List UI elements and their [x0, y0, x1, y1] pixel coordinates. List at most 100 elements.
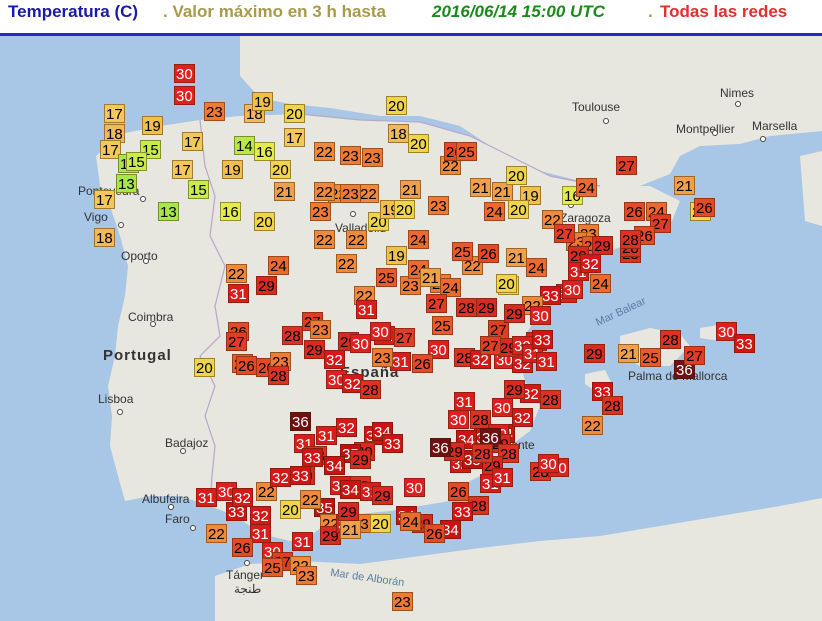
temperature-station-marker[interactable]: 13	[158, 202, 179, 221]
temperature-station-marker[interactable]: 20	[394, 200, 415, 219]
temperature-station-marker[interactable]: 22	[314, 230, 335, 249]
map-area[interactable]: Portugal España Toulouse Nimes Montpellier Ma…	[0, 36, 822, 621]
temperature-station-marker[interactable]: 33	[532, 330, 553, 349]
temperature-station-marker[interactable]: 31	[390, 352, 411, 371]
temperature-station-marker[interactable]: 28	[360, 380, 381, 399]
temperature-station-marker[interactable]: 33	[382, 434, 403, 453]
temperature-station-marker[interactable]: 31	[454, 392, 475, 411]
temperature-station-marker[interactable]: 22	[314, 142, 335, 161]
temperature-station-marker[interactable]: 15	[188, 180, 209, 199]
temperature-station-marker[interactable]: 31	[196, 488, 217, 507]
temperature-station-marker[interactable]: 28	[660, 330, 681, 349]
temperature-station-marker[interactable]: 22	[336, 254, 357, 273]
temperature-station-marker[interactable]: 27	[226, 332, 247, 351]
temperature-station-marker[interactable]: 22	[582, 416, 603, 435]
temperature-station-marker[interactable]: 23	[340, 184, 361, 203]
temperature-station-marker[interactable]: 25	[432, 316, 453, 335]
temperature-station-marker[interactable]: 17	[172, 160, 193, 179]
temperature-station-marker[interactable]: 27	[426, 294, 447, 313]
temperature-station-marker[interactable]: 30	[492, 398, 513, 417]
temperature-station-marker[interactable]: 19	[222, 160, 243, 179]
temperature-station-marker[interactable]: 27	[480, 336, 501, 355]
temperature-station-marker[interactable]: 19	[386, 246, 407, 265]
temperature-station-marker[interactable]: 20	[370, 514, 391, 533]
temperature-station-marker[interactable]: 30	[174, 86, 195, 105]
temperature-station-marker[interactable]: 28	[268, 366, 289, 385]
temperature-station-marker[interactable]: 29	[476, 298, 497, 317]
temperature-station-marker[interactable]: 20	[508, 200, 529, 219]
temperature-station-marker[interactable]: 31	[292, 532, 313, 551]
temperature-station-marker[interactable]: 27	[616, 156, 637, 175]
temperature-station-marker[interactable]: 21	[470, 178, 491, 197]
temperature-station-marker[interactable]: 29	[592, 236, 613, 255]
temperature-station-marker[interactable]: 24	[576, 178, 597, 197]
temperature-station-marker[interactable]: 36	[430, 438, 451, 457]
temperature-station-marker[interactable]: 20	[254, 212, 275, 231]
temperature-station-marker[interactable]: 29	[338, 502, 359, 521]
temperature-station-marker[interactable]: 33	[540, 286, 561, 305]
temperature-station-marker[interactable]: 28	[472, 444, 493, 463]
temperature-station-marker[interactable]: 15	[126, 152, 147, 171]
temperature-station-marker[interactable]: 24	[526, 258, 547, 277]
temperature-station-marker[interactable]: 25	[456, 142, 477, 161]
temperature-station-marker[interactable]: 31	[492, 468, 513, 487]
temperature-station-marker[interactable]: 16	[220, 202, 241, 221]
temperature-station-marker[interactable]: 30	[448, 410, 469, 429]
temperature-station-marker[interactable]: 29	[350, 450, 371, 469]
temperature-station-marker[interactable]: 32	[512, 408, 533, 427]
temperature-station-marker[interactable]: 28	[282, 326, 303, 345]
temperature-station-marker[interactable]: 22	[358, 184, 379, 203]
temperature-station-marker[interactable]: 26	[624, 202, 645, 221]
temperature-station-marker[interactable]: 21	[340, 520, 361, 539]
temperature-station-marker[interactable]: 22	[206, 524, 227, 543]
temperature-station-marker[interactable]: 21	[618, 344, 639, 363]
temperature-station-marker[interactable]: 24	[590, 274, 611, 293]
temperature-station-marker[interactable]: 18	[94, 228, 115, 247]
temperature-station-marker[interactable]: 20	[496, 274, 517, 293]
temperature-station-marker[interactable]: 33	[290, 466, 311, 485]
temperature-station-marker[interactable]: 26	[694, 198, 715, 217]
temperature-station-marker[interactable]: 31	[356, 300, 377, 319]
temperature-station-marker[interactable]: 17	[104, 104, 125, 123]
temperature-station-marker[interactable]: 34	[324, 456, 345, 475]
temperature-station-marker[interactable]: 21	[674, 176, 695, 195]
temperature-station-marker[interactable]: 20	[408, 134, 429, 153]
temperature-station-marker[interactable]: 30	[174, 64, 195, 83]
temperature-station-marker[interactable]: 27	[554, 224, 575, 243]
temperature-station-marker[interactable]: 21	[420, 268, 441, 287]
temperature-station-marker[interactable]: 22	[300, 490, 321, 509]
temperature-station-marker[interactable]: 25	[640, 348, 661, 367]
temperature-station-marker[interactable]: 27	[394, 328, 415, 347]
temperature-station-marker[interactable]: 29	[256, 276, 277, 295]
temperature-station-marker[interactable]: 22	[314, 182, 335, 201]
temperature-station-marker[interactable]: 18	[388, 124, 409, 143]
temperature-station-marker[interactable]: 30	[530, 306, 551, 325]
temperature-station-marker[interactable]: 14	[234, 136, 255, 155]
temperature-station-marker[interactable]: 22	[226, 264, 247, 283]
temperature-station-marker[interactable]: 33	[452, 502, 473, 521]
temperature-station-marker[interactable]: 29	[304, 340, 325, 359]
temperature-station-marker[interactable]: 24	[408, 230, 429, 249]
temperature-station-marker[interactable]: 33	[734, 334, 755, 353]
temperature-station-marker[interactable]: 30	[538, 454, 559, 473]
temperature-station-marker[interactable]: 27	[684, 346, 705, 365]
temperature-station-marker[interactable]: 32	[232, 488, 253, 507]
temperature-station-marker[interactable]: 19	[252, 92, 273, 111]
temperature-station-marker[interactable]: 24	[268, 256, 289, 275]
temperature-station-marker[interactable]: 26	[412, 354, 433, 373]
temperature-station-marker[interactable]: 28	[620, 230, 641, 249]
temperature-station-marker[interactable]: 26	[448, 482, 469, 501]
temperature-station-marker[interactable]: 20	[506, 166, 527, 185]
temperature-station-marker[interactable]: 23	[310, 202, 331, 221]
temperature-station-marker[interactable]: 30	[562, 280, 583, 299]
temperature-station-marker[interactable]: 20	[386, 96, 407, 115]
temperature-station-marker[interactable]: 17	[94, 190, 115, 209]
temperature-station-marker[interactable]: 29	[584, 344, 605, 363]
temperature-station-marker[interactable]: 30	[350, 334, 371, 353]
temperature-station-marker[interactable]: 30	[370, 322, 391, 341]
temperature-station-marker[interactable]: 26	[232, 538, 253, 557]
temperature-station-marker[interactable]: 28	[602, 396, 623, 415]
temperature-station-marker[interactable]: 32	[336, 418, 357, 437]
temperature-station-marker[interactable]: 32	[250, 506, 271, 525]
temperature-station-marker[interactable]: 23	[204, 102, 225, 121]
